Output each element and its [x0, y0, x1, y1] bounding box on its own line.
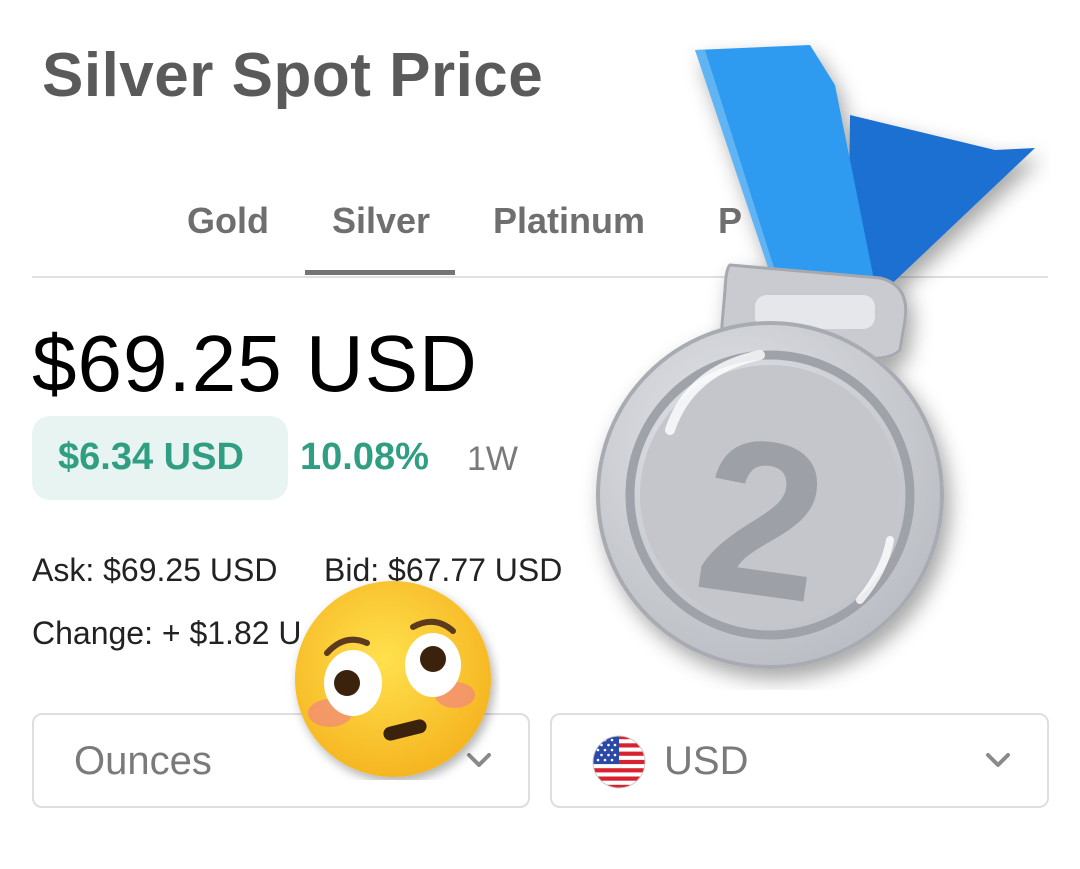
ask-price: Ask: $69.25 USD [32, 552, 278, 588]
silver-medal-icon: 2 [596, 45, 1035, 669]
spot-price: $69.25 USD [32, 319, 478, 408]
currency-select[interactable]: USD [550, 713, 1049, 808]
period-selector[interactable]: 1W [467, 440, 518, 479]
units-select-value: Ounces [74, 739, 212, 783]
flushed-face-icon [295, 581, 491, 777]
change-percent: 10.08% [300, 436, 429, 478]
page-title: Silver Spot Price [42, 41, 544, 110]
change-badge: $6.34 USD [32, 416, 288, 500]
active-tab-indicator [305, 270, 455, 275]
chevron-down-icon [986, 753, 1010, 767]
tab-gold[interactable]: Gold [187, 200, 269, 242]
daily-change: Change: + $1.82 U [32, 615, 302, 651]
us-flag-icon [592, 735, 646, 789]
currency-select-value: USD [664, 739, 749, 783]
change-amount: $6.34 USD [58, 436, 244, 478]
tab-silver[interactable]: Silver [332, 200, 430, 242]
